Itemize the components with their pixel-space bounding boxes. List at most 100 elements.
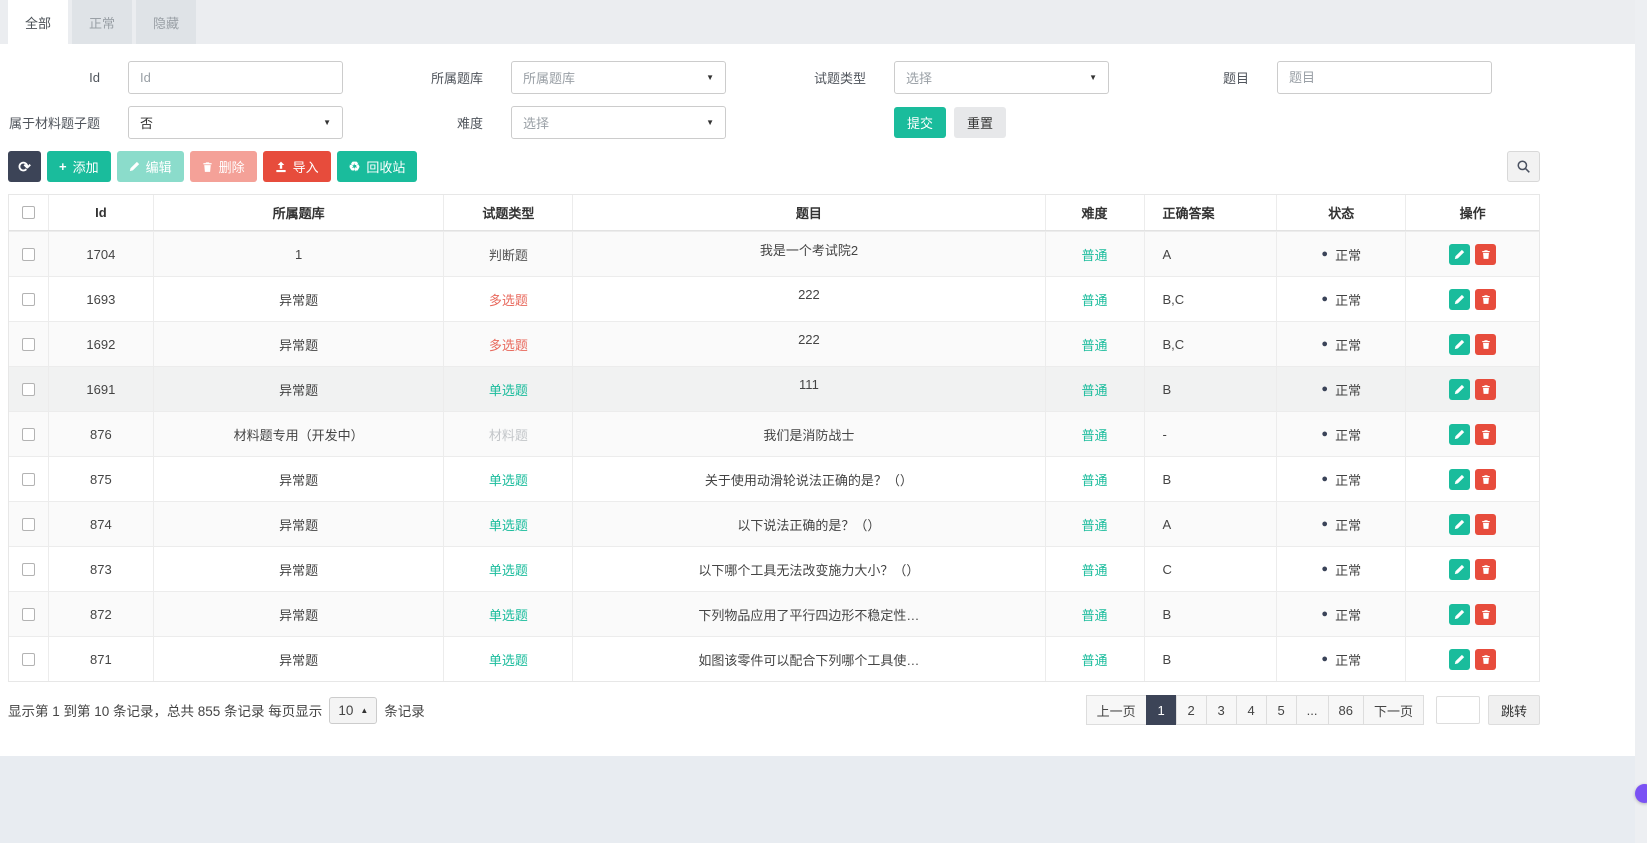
select-all-checkbox[interactable]	[22, 206, 35, 219]
reset-button[interactable]: 重置	[954, 107, 1006, 138]
table-row[interactable]: 1704 1 判断题 我是一个考试院2 普通 A ●正常	[9, 231, 1539, 276]
page-button-4[interactable]: 4	[1236, 695, 1267, 725]
status-dot-icon: ●	[1321, 608, 1328, 620]
cell-type: 多选题	[489, 290, 528, 309]
vertical-scrollbar[interactable]	[1635, 0, 1647, 843]
tab-all[interactable]: 全部	[8, 0, 68, 44]
cell-difficulty-link[interactable]: 普通	[1082, 560, 1108, 579]
row-delete-button[interactable]	[1475, 514, 1496, 535]
row-edit-button[interactable]	[1449, 514, 1470, 535]
page-size-select[interactable]: 10 ▲	[329, 697, 377, 724]
tab-normal[interactable]: 正常	[72, 0, 132, 44]
row-delete-button[interactable]	[1475, 604, 1496, 625]
table-row[interactable]: 875 异常题 单选题 关于使用动滑轮说法正确的是？（） 普通 B ●正常	[9, 456, 1539, 501]
filter-form: Id 所属题库 所属题库 ▼ 试题类型 选择 ▼ 题目 属于材料题子题 否	[0, 44, 1647, 139]
row-edit-button[interactable]	[1449, 244, 1470, 265]
difficulty-filter-select[interactable]: 选择 ▼	[511, 106, 726, 139]
next-page-button[interactable]: 下一页	[1363, 695, 1424, 725]
row-checkbox[interactable]	[22, 518, 35, 531]
recycle-button[interactable]: ♻ 回收站	[337, 151, 418, 182]
row-edit-button[interactable]	[1449, 289, 1470, 310]
delete-button[interactable]: 删除	[190, 151, 257, 182]
row-delete-button[interactable]	[1475, 469, 1496, 490]
chevron-down-icon: ▼	[706, 73, 714, 82]
row-delete-button[interactable]	[1475, 649, 1496, 670]
cell-difficulty-link[interactable]: 普通	[1082, 245, 1108, 264]
row-checkbox[interactable]	[22, 653, 35, 666]
cell-type: 单选题	[489, 605, 528, 624]
cell-status: ●正常	[1277, 232, 1406, 276]
page-button-1[interactable]: 1	[1146, 695, 1177, 725]
table-row[interactable]: 1692 异常题 多选题 222 普通 B,C ●正常	[9, 321, 1539, 366]
table-row[interactable]: 1691 异常题 单选题 111 普通 B ●正常	[9, 366, 1539, 411]
cell-difficulty-link[interactable]: 普通	[1082, 380, 1108, 399]
cell-title: 以下哪个工具无法改变施力大小？（）	[573, 547, 1045, 591]
material-filter-select[interactable]: 否 ▼	[128, 106, 343, 139]
row-edit-button[interactable]	[1449, 559, 1470, 580]
row-edit-button[interactable]	[1449, 379, 1470, 400]
row-checkbox[interactable]	[22, 338, 35, 351]
cell-difficulty-link[interactable]: 普通	[1082, 470, 1108, 489]
row-checkbox[interactable]	[22, 473, 35, 486]
cell-status: ●正常	[1277, 502, 1406, 546]
cell-difficulty-link[interactable]: 普通	[1082, 605, 1108, 624]
table-row[interactable]: 1693 异常题 多选题 222 普通 B,C ●正常	[9, 276, 1539, 321]
cell-title: 我是一个考试院2	[760, 240, 858, 259]
table-row[interactable]: 874 异常题 单选题 以下说法正确的是？（） 普通 A ●正常	[9, 501, 1539, 546]
page-jump-input[interactable]	[1436, 696, 1480, 724]
page-button-2[interactable]: 2	[1176, 695, 1207, 725]
refresh-button[interactable]: ⟳	[8, 151, 41, 182]
page-jump-button[interactable]: 跳转	[1488, 695, 1540, 725]
cell-difficulty-link[interactable]: 普通	[1082, 290, 1108, 309]
row-edit-button[interactable]	[1449, 649, 1470, 670]
row-edit-button[interactable]	[1449, 469, 1470, 490]
title-filter-input[interactable]	[1289, 70, 1480, 85]
row-checkbox[interactable]	[22, 248, 35, 261]
row-delete-button[interactable]	[1475, 379, 1496, 400]
cell-answer: C	[1145, 547, 1278, 591]
prev-page-button[interactable]: 上一页	[1086, 695, 1147, 725]
table-row[interactable]: 871 异常题 单选题 如图该零件可以配合下列哪个工具使… 普通 B ●正常	[9, 636, 1539, 681]
trash-icon	[1481, 249, 1491, 260]
row-delete-button[interactable]	[1475, 244, 1496, 265]
cell-title: 我们是消防战士	[573, 412, 1045, 456]
tab-hidden[interactable]: 隐藏	[136, 0, 196, 44]
floating-widget-button[interactable]	[1635, 784, 1647, 803]
edit-button[interactable]: 编辑	[117, 151, 184, 182]
status-dot-icon: ●	[1321, 383, 1328, 395]
row-edit-button[interactable]	[1449, 334, 1470, 355]
cell-difficulty-link[interactable]: 普通	[1082, 515, 1108, 534]
cell-difficulty-link[interactable]: 普通	[1082, 650, 1108, 669]
add-button[interactable]: + 添加	[47, 151, 111, 182]
row-checkbox[interactable]	[22, 608, 35, 621]
row-delete-button[interactable]	[1475, 559, 1496, 580]
type-filter-select[interactable]: 选择 ▼	[894, 61, 1109, 94]
page-button-86[interactable]: 86	[1328, 695, 1364, 725]
cell-bank: 异常题	[154, 547, 445, 591]
row-checkbox[interactable]	[22, 428, 35, 441]
table-row[interactable]: 872 异常题 单选题 下列物品应用了平行四边形不稳定性… 普通 B ●正常	[9, 591, 1539, 636]
bank-filter-select[interactable]: 所属题库 ▼	[511, 61, 726, 94]
row-checkbox[interactable]	[22, 293, 35, 306]
page-button-5[interactable]: 5	[1266, 695, 1297, 725]
cell-type: 多选题	[489, 335, 528, 354]
cell-difficulty-link[interactable]: 普通	[1082, 335, 1108, 354]
material-filter-label: 属于材料题子题	[8, 113, 128, 132]
row-checkbox[interactable]	[22, 383, 35, 396]
search-toggle-button[interactable]	[1507, 151, 1540, 182]
row-edit-button[interactable]	[1449, 424, 1470, 445]
row-delete-button[interactable]	[1475, 289, 1496, 310]
cell-answer: B,C	[1145, 277, 1278, 321]
cell-difficulty-link[interactable]: 普通	[1082, 425, 1108, 444]
id-filter-input[interactable]	[140, 70, 331, 85]
table-row[interactable]: 876 材料题专用（开发中） 材料题 我们是消防战士 普通 - ●正常	[9, 411, 1539, 456]
row-edit-button[interactable]	[1449, 604, 1470, 625]
row-checkbox[interactable]	[22, 563, 35, 576]
page-button-3[interactable]: 3	[1206, 695, 1237, 725]
table-row[interactable]: 873 异常题 单选题 以下哪个工具无法改变施力大小？（） 普通 C ●正常	[9, 546, 1539, 591]
import-button[interactable]: 导入	[263, 151, 331, 182]
pencil-icon	[1454, 339, 1465, 350]
row-delete-button[interactable]	[1475, 424, 1496, 445]
row-delete-button[interactable]	[1475, 334, 1496, 355]
submit-button[interactable]: 提交	[894, 107, 946, 138]
